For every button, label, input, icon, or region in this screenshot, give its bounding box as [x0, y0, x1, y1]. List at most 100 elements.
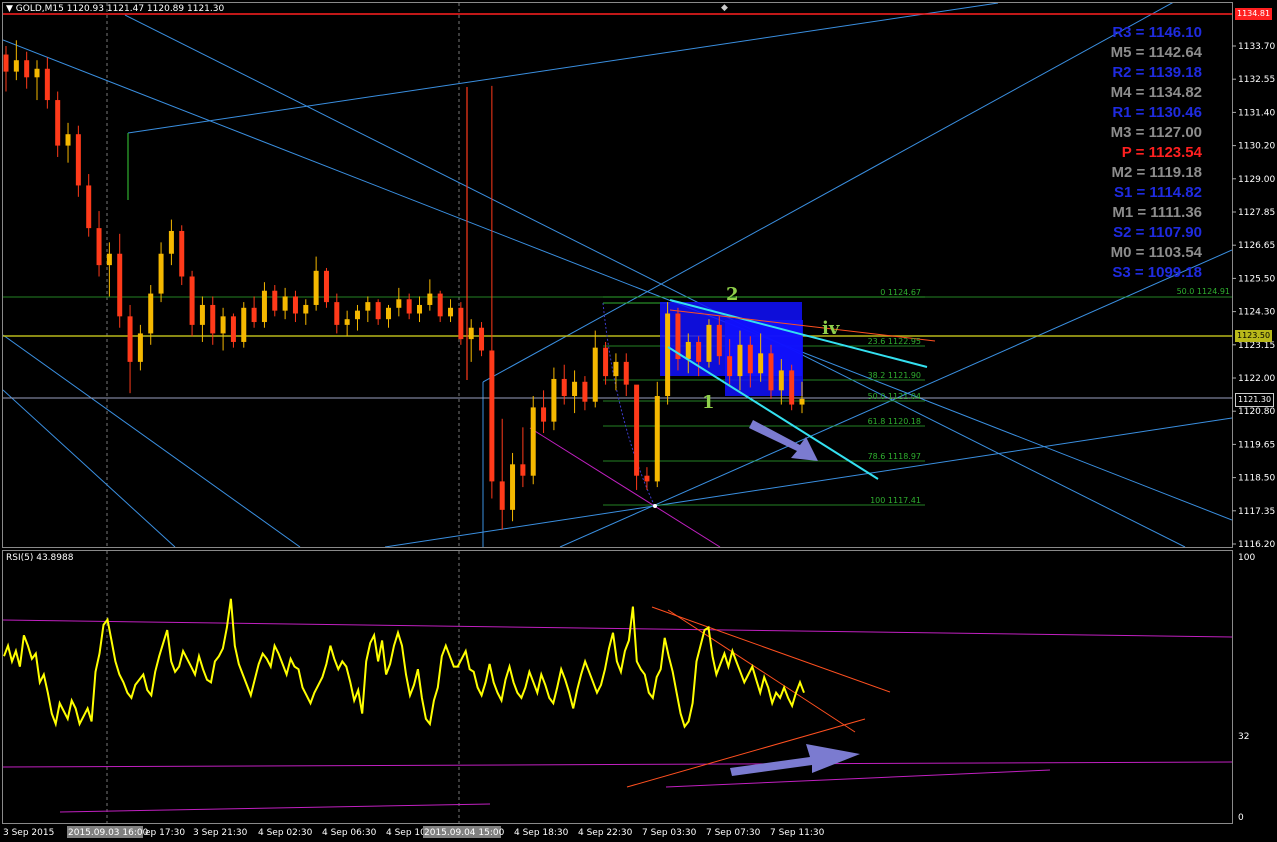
main-plot-area: [3, 3, 1232, 547]
collapse-arrow-icon[interactable]: ▼: [6, 4, 13, 14]
symbol-label: GOLD,M15: [15, 4, 64, 14]
candle-body: [303, 304, 309, 314]
pivot-line-price-tag: 1123.50: [1235, 330, 1273, 342]
time-axis-label: 7 Sep 03:30: [642, 828, 697, 838]
chart-canvas[interactable]: 0 1124.67 23.6 1122.95 38.2 1121.90 50.0 11…: [0, 0, 1277, 842]
candle-body: [417, 304, 423, 314]
candle-body: [86, 185, 92, 229]
candle-body: [520, 464, 526, 476]
time-axis-label: 7 Sep 07:30: [706, 828, 761, 838]
up-arrow-icon: [730, 744, 860, 776]
pivot-level-r3: R3 = 1146.10: [1112, 24, 1202, 41]
time-axis-label: 4 Sep 10: [386, 828, 426, 838]
fib-level-label: 78.6 1118.97: [868, 452, 921, 461]
time-axis-label: ep 17:30: [145, 828, 185, 838]
magenta-trendline: [529, 427, 721, 547]
pivot-level-m1: M1 = 1111.36: [1112, 204, 1202, 221]
price-axis-label: 1127.85: [1238, 208, 1275, 218]
candle-body: [572, 381, 578, 397]
candle-body: [385, 307, 391, 320]
time-axis-label: 4 Sep 02:30: [258, 828, 313, 838]
candle-body: [654, 396, 660, 482]
ohlc-values: 1120.93 1121.47 1120.89 1121.30: [66, 4, 225, 14]
wave-1-label: 1: [702, 392, 715, 413]
rsi-upper-level-line: [3, 619, 1232, 638]
fib-level-label: 50.0 1121.04: [868, 392, 921, 401]
candle-body: [603, 347, 609, 377]
candle-body: [323, 270, 329, 303]
candle-body: [437, 293, 443, 317]
candle-body: [251, 307, 257, 323]
price-axis-label: 1119.65: [1238, 440, 1275, 450]
candle-body: [582, 381, 588, 402]
candle-body: [199, 304, 205, 325]
candle-body: [13, 60, 19, 72]
candle-body: [365, 302, 371, 311]
candle-body: [210, 304, 216, 334]
pivot-level-m5: M5 = 1142.64: [1111, 44, 1203, 61]
candle-body: [179, 230, 185, 277]
one-click-trading-toggle-icon[interactable]: ◆: [721, 3, 728, 13]
candle-body: [644, 475, 650, 482]
fib-level-label: 38.2 1121.90: [868, 371, 921, 380]
wave-iv-label: iv: [822, 318, 840, 339]
channel-line-b: [3, 334, 301, 547]
candle-body: [406, 299, 412, 314]
candle-body: [634, 384, 640, 476]
candle-body: [427, 293, 433, 305]
time-axis-label: 2015.09.03 16:00: [68, 828, 149, 838]
upper-trendline: [127, 3, 999, 134]
candle-body: [592, 347, 598, 402]
candle-body: [448, 307, 454, 317]
price-axis-label: 1116.20: [1238, 540, 1275, 550]
pivot-level-m4: M4 = 1134.82: [1111, 84, 1202, 101]
candle-body: [334, 302, 340, 325]
candle-body: [75, 134, 81, 186]
fib-level-label: 100 1117.41: [870, 496, 921, 505]
candle-body: [716, 324, 722, 357]
channel-line-d: [3, 389, 176, 547]
candle-body: [541, 407, 547, 422]
candle-body: [685, 341, 691, 360]
fib-level-label: 61.8 1120.18: [868, 417, 921, 426]
pivot-level-s2: S2 = 1107.90: [1113, 224, 1202, 241]
price-axis-label: 1132.55: [1238, 75, 1275, 85]
candle-body: [551, 378, 557, 422]
candle-body: [354, 310, 360, 320]
candle-body: [458, 307, 464, 340]
candle-body: [344, 319, 350, 325]
candle-body: [499, 481, 505, 510]
candle-body: [168, 230, 174, 254]
candle-body: [106, 253, 112, 266]
price-axis-label: 1120.80: [1238, 407, 1275, 417]
rsi-axis-100: 100: [1238, 553, 1255, 563]
price-axis-label: 1123.15: [1238, 341, 1275, 351]
pivot-level-p: P = 1123.54: [1122, 144, 1203, 161]
rsi-plot-area: [3, 551, 1232, 823]
time-axis-label: 3 Sep 2015: [3, 828, 54, 838]
pivot-level-m0: M0 = 1103.54: [1111, 244, 1203, 261]
fib-extended-label: 50.0 1124.91: [1177, 287, 1230, 296]
candle-body: [189, 276, 195, 325]
candle-body: [479, 327, 485, 351]
top-line-price-tag: 1134.81: [1235, 8, 1273, 20]
candle-body: [313, 270, 319, 305]
candle-body: [768, 353, 774, 391]
candle-body: [375, 302, 381, 320]
price-axis-label: 1130.20: [1238, 142, 1275, 152]
symbol-header: ▼ GOLD,M15 1120.93 1121.47 1120.89 1121.…: [6, 4, 224, 14]
candle-body: [55, 100, 61, 146]
candle-body: [510, 464, 516, 510]
fib-level-label: 23.6 1122.95: [868, 337, 921, 346]
candle-body: [489, 350, 495, 482]
time-axis-label: 3 Sep 21:30: [193, 828, 248, 838]
candle-body: [623, 361, 629, 385]
candle-body: [561, 378, 567, 397]
price-axis-label: 1131.40: [1238, 108, 1275, 118]
mt4-chart-window: 0 1124.67 23.6 1122.95 38.2 1121.90 50.0 11…: [0, 0, 1277, 842]
candle-body: [282, 296, 288, 311]
time-axis-label: 4 Sep 22:30: [578, 828, 633, 838]
candle-body: [778, 370, 784, 391]
candle-body: [696, 341, 702, 362]
candle-body: [758, 353, 764, 374]
